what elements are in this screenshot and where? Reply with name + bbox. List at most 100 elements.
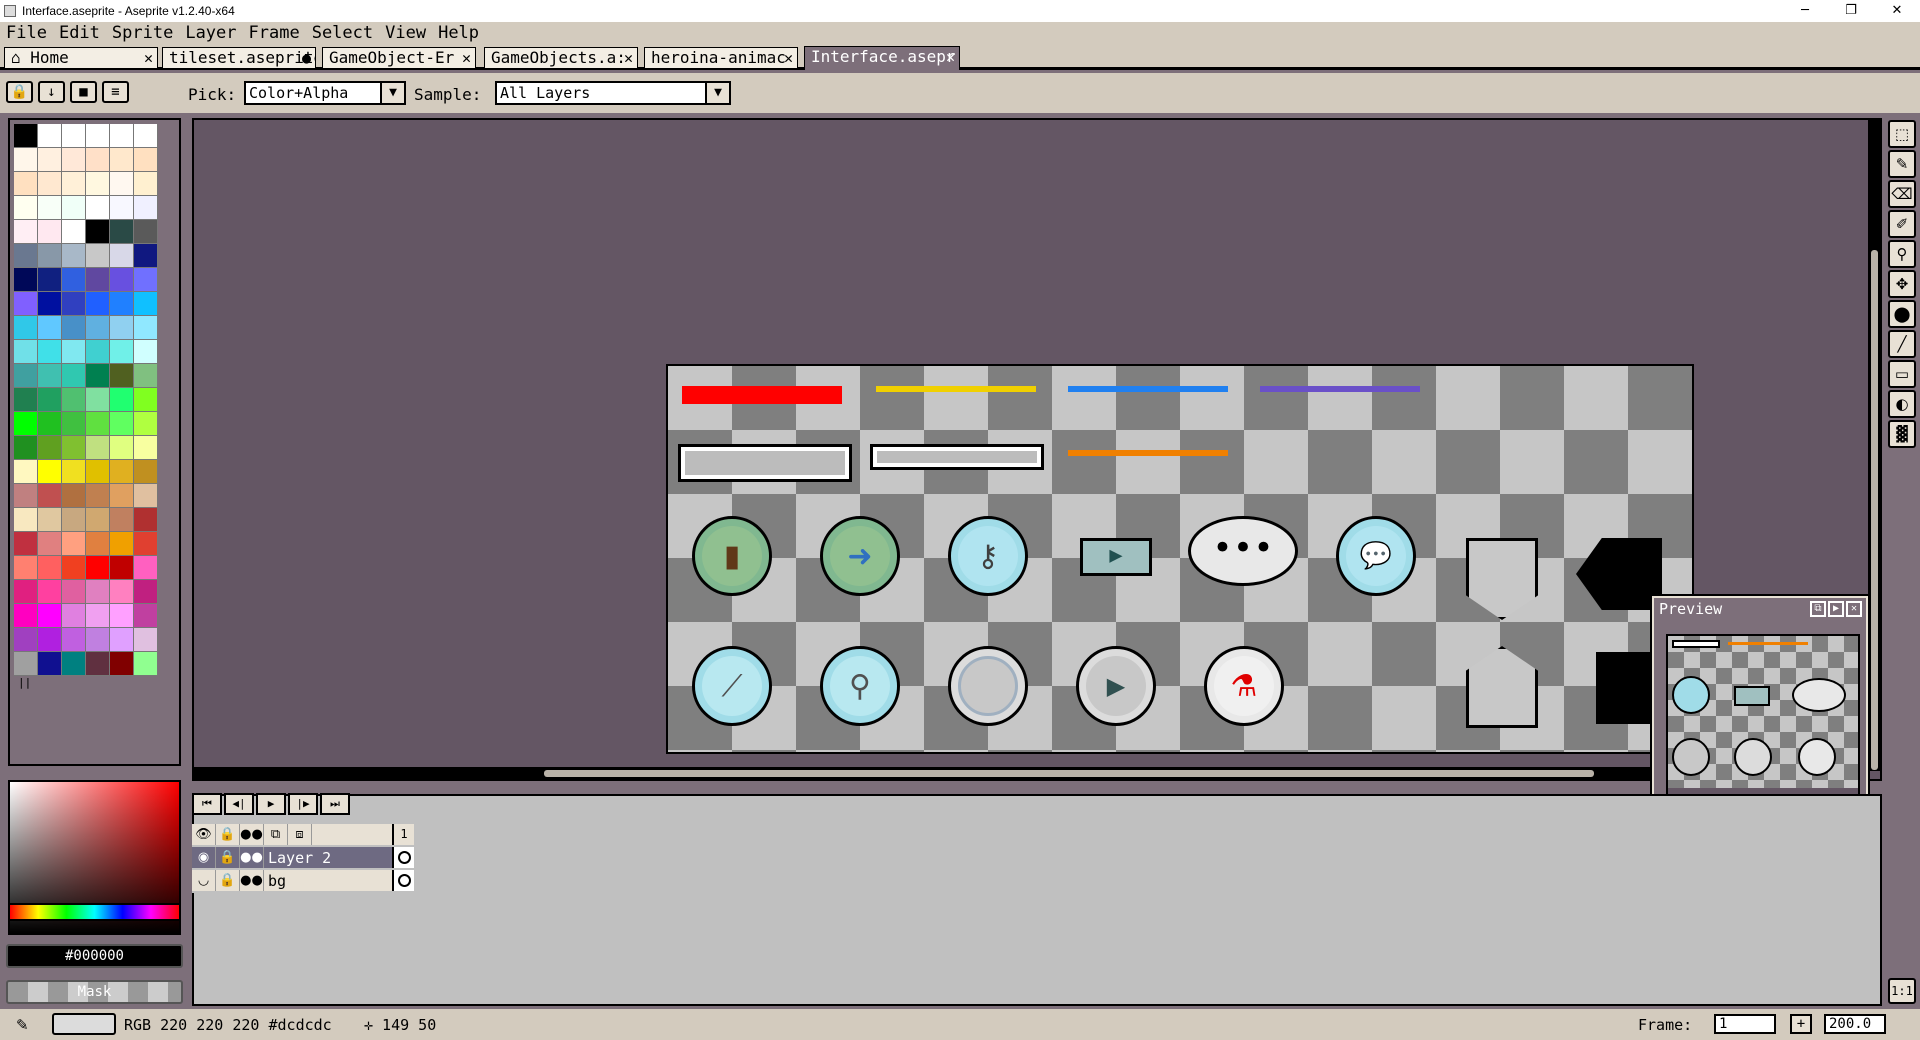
palette-swatch[interactable]: [14, 460, 38, 484]
horizontal-scrollbar[interactable]: [194, 767, 1844, 779]
palette-swatch[interactable]: [86, 292, 110, 316]
palette-swatch[interactable]: [38, 388, 62, 412]
palette-swatch[interactable]: [38, 268, 62, 292]
palette-swatch[interactable]: [134, 628, 158, 652]
chevron-down-icon[interactable]: ▼: [705, 81, 731, 105]
lock-icon[interactable]: 🔒: [216, 824, 240, 845]
palette-swatch[interactable]: [62, 508, 86, 532]
menu-view[interactable]: View: [379, 22, 432, 44]
scroll-thumb[interactable]: [1871, 250, 1878, 770]
palette-swatch[interactable]: [38, 556, 62, 580]
palette-swatch[interactable]: [110, 172, 134, 196]
palette-swatch[interactable]: [110, 388, 134, 412]
palette-swatch[interactable]: [110, 268, 134, 292]
palette-swatch[interactable]: [38, 580, 62, 604]
palette-swatch[interactable]: [86, 604, 110, 628]
palette-swatch[interactable]: [134, 220, 158, 244]
palette-swatch[interactable]: [14, 628, 38, 652]
palette-swatch[interactable]: [62, 460, 86, 484]
tab-heroina[interactable]: heroina-animac ✕: [644, 47, 798, 68]
preview-canvas[interactable]: [1666, 634, 1860, 804]
eye-closed-icon[interactable]: ◡: [192, 870, 216, 891]
palette-swatch[interactable]: [134, 340, 158, 364]
tab-interface[interactable]: Interface.asepr ✕: [804, 46, 960, 70]
preview-window[interactable]: Preview ⧉ ▶ ✕: [1652, 596, 1868, 818]
palette-swatch[interactable]: [110, 292, 134, 316]
palette-swatch[interactable]: [14, 556, 38, 580]
palette-swatch[interactable]: [86, 124, 110, 148]
close-window-button[interactable]: ✕: [1874, 0, 1920, 22]
lock-icon[interactable]: 🔒: [216, 870, 240, 891]
palette-swatch[interactable]: [110, 148, 134, 172]
palette-swatch[interactable]: [134, 460, 158, 484]
zoom-tool-icon[interactable]: ⚲: [1888, 240, 1916, 268]
menu-help[interactable]: Help: [432, 22, 485, 44]
menu-frame[interactable]: Frame: [243, 22, 306, 44]
link-icon[interactable]: ⧉: [264, 824, 288, 845]
palette-swatch[interactable]: [38, 316, 62, 340]
palette-swatch[interactable]: [110, 412, 134, 436]
palette-swatch[interactable]: [62, 172, 86, 196]
palette-swatch[interactable]: [14, 292, 38, 316]
palette-swatch[interactable]: [62, 220, 86, 244]
frame-input[interactable]: 1: [1714, 1014, 1776, 1034]
palette-swatch[interactable]: [110, 316, 134, 340]
palette-swatch[interactable]: [38, 364, 62, 388]
palette-swatch[interactable]: [86, 460, 110, 484]
minimize-button[interactable]: ─: [1782, 0, 1828, 22]
palette-swatch[interactable]: [62, 556, 86, 580]
smudge-tool-icon[interactable]: ▓: [1888, 420, 1916, 448]
palette-swatch[interactable]: [62, 244, 86, 268]
pencil-tool-icon[interactable]: ✎: [1888, 150, 1916, 178]
palette-swatch[interactable]: [14, 532, 38, 556]
sample-select[interactable]: All Layers ▼: [495, 81, 731, 105]
last-frame-icon[interactable]: ⏭: [320, 793, 350, 815]
square-icon[interactable]: ■: [70, 81, 97, 103]
palette-swatch[interactable]: [38, 124, 62, 148]
palette-swatch[interactable]: [110, 652, 134, 676]
mask-color-button[interactable]: Mask: [6, 980, 183, 1004]
palette-swatch[interactable]: [134, 388, 158, 412]
palette-swatch[interactable]: [14, 652, 38, 676]
pick-select[interactable]: Color+Alpha ▼: [244, 81, 406, 105]
palette-swatch[interactable]: [14, 388, 38, 412]
palette-swatch[interactable]: [62, 196, 86, 220]
palette-swatch[interactable]: [110, 340, 134, 364]
play-icon[interactable]: ▶: [1828, 601, 1844, 617]
palette-swatch[interactable]: [134, 244, 158, 268]
sprite-editor[interactable]: ▮ ➜ ⚷ ▶ ••• 💬 ⟋ ⚲ ▶ ⚗: [192, 118, 1882, 781]
onion-icon[interactable]: ●●: [240, 870, 264, 891]
palette-swatch[interactable]: [62, 652, 86, 676]
move-tool-icon[interactable]: ✥: [1888, 270, 1916, 298]
palette-swatch[interactable]: [14, 172, 38, 196]
layer-name[interactable]: bg: [264, 872, 392, 890]
palette-swatch[interactable]: [62, 604, 86, 628]
marquee-tool-icon[interactable]: ⬚: [1888, 120, 1916, 148]
palette-swatch[interactable]: [38, 340, 62, 364]
palette-swatch[interactable]: [86, 268, 110, 292]
menu-sprite[interactable]: Sprite: [106, 22, 179, 44]
palette-swatch[interactable]: [38, 196, 62, 220]
palette-swatch[interactable]: [86, 556, 110, 580]
chevron-down-icon[interactable]: ▼: [380, 81, 406, 105]
vertical-scrollbar[interactable]: [1868, 120, 1880, 771]
palette-swatch[interactable]: [62, 532, 86, 556]
eye-icon[interactable]: ◉: [192, 847, 216, 868]
zoom-input[interactable]: 200.0: [1824, 1014, 1886, 1034]
palette-swatch[interactable]: [38, 148, 62, 172]
palette-swatch[interactable]: [62, 292, 86, 316]
palette-swatch[interactable]: [62, 388, 86, 412]
tab-close-icon[interactable]: ✕: [624, 48, 633, 68]
palette-swatch[interactable]: [110, 580, 134, 604]
download-icon[interactable]: ↓: [38, 81, 65, 103]
palette-swatch[interactable]: [110, 436, 134, 460]
palette-swatch[interactable]: [86, 148, 110, 172]
palette-swatch[interactable]: [14, 196, 38, 220]
foreground-color-button[interactable]: #000000: [6, 944, 183, 968]
palette-swatch[interactable]: [134, 268, 158, 292]
scroll-thumb[interactable]: [544, 770, 1594, 777]
palette-swatch[interactable]: [62, 628, 86, 652]
eraser-tool-icon[interactable]: ⌫: [1888, 180, 1916, 208]
palette-swatch[interactable]: [38, 484, 62, 508]
rectangle-tool-icon[interactable]: ▭: [1888, 360, 1916, 388]
